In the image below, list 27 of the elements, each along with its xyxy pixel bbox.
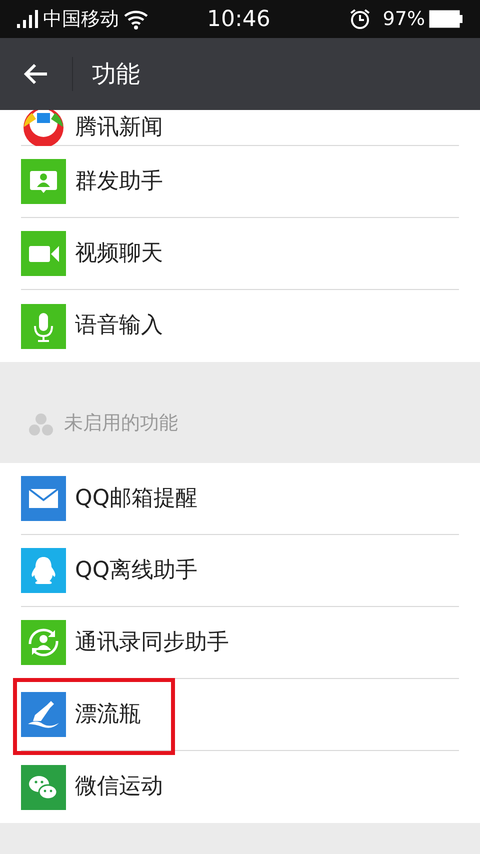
alarm-icon [348,8,371,30]
feature-label: 通讯录同步助手 [75,632,229,654]
mail-icon [21,476,66,521]
feature-label: 腾讯新闻 [75,116,163,138]
battery-percent: 97% [382,6,425,32]
battery-icon [429,10,463,28]
penguin-icon [21,548,66,593]
bottle-icon [21,692,66,737]
feature-label: 微信运动 [75,776,163,798]
clock-time: 10:46 [207,6,270,34]
feature-label: 视频聊天 [75,242,163,264]
carrier-name: 中国移动 [43,6,119,32]
three-dots-icon [28,413,54,437]
feature-label: QQ邮箱提醒 [75,488,198,510]
group-message-icon [21,159,66,204]
contact-sync-icon [21,620,66,665]
page-title: 功能 [92,59,140,90]
feature-label: 漂流瓶 [75,704,141,726]
feature-label: QQ离线助手 [75,560,198,582]
microphone-icon [21,304,66,348]
feature-label: 语音输入 [75,315,163,337]
section-title: 未启用的功能 [64,410,178,436]
video-camera-icon [21,231,66,276]
back-arrow-icon [23,62,49,86]
signal-icon [17,9,39,29]
feature-label: 群发助手 [75,170,163,192]
chat-bubbles-icon [21,764,66,810]
